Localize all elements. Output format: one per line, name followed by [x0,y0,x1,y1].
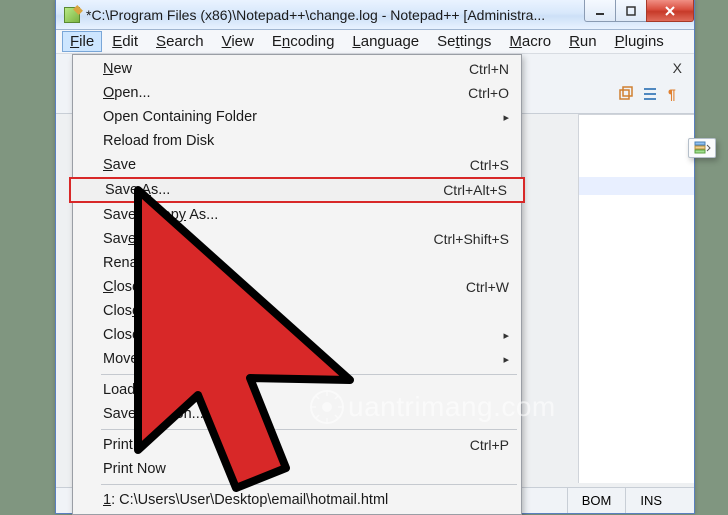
menu-item-save-all[interactable]: Save All Ctrl+Shift+S [75,227,519,251]
menu-language[interactable]: Language [344,31,427,52]
menu-item-reload[interactable]: Reload from Disk [75,129,519,153]
menu-item-open[interactable]: Open... Ctrl+O [75,81,519,105]
minimize-button[interactable] [584,0,616,22]
toolbar-icon-3[interactable]: ¶ [664,84,684,104]
toolbar-icons: ¶ [616,84,684,104]
titlebar[interactable]: *C:\Program Files (x86)\Notepad++\change… [56,0,694,30]
menu-macro[interactable]: Macro [501,31,559,52]
paragraph-icon: ¶ [666,86,682,102]
menu-item-print[interactable]: Print... Ctrl+P [75,433,519,457]
minimize-icon [594,5,606,17]
close-button[interactable] [646,0,694,22]
menu-run[interactable]: Run [561,31,605,52]
menu-settings[interactable]: Settings [429,31,499,52]
menu-item-close-all[interactable]: Close All [75,299,519,323]
menu-item-save-copy[interactable]: Save a Copy As... [75,203,519,227]
status-bom: BOM [567,488,626,513]
menu-item-save[interactable]: Save Ctrl+S [75,153,519,177]
menu-file[interactable]: File [62,31,102,52]
menu-item-print-now[interactable]: Print Now [75,457,519,481]
app-icon [64,7,80,23]
file-menu-dropdown: New Ctrl+N Open... Ctrl+O Open Containin… [72,54,522,515]
menu-item-save-session[interactable]: Save Session... [75,402,519,426]
menu-plugins[interactable]: Plugins [607,31,672,52]
menu-edit[interactable]: Edit [104,31,146,52]
chevron-right-icon: ▸ [503,111,509,124]
menu-item-close[interactable]: Close Ctrl+W [75,275,519,299]
menu-item-save-as[interactable]: Save As... Ctrl+Alt+S [69,177,525,203]
menu-item-recent-1[interactable]: 1: C:\Users\User\Desktop\email\hotmail.h… [75,488,519,512]
menu-view[interactable]: View [214,31,262,52]
window-controls [585,0,694,22]
menu-item-new[interactable]: New Ctrl+N [75,57,519,81]
editor-area[interactable] [578,114,694,483]
cascade-windows-icon [618,86,634,102]
svg-text:¶: ¶ [668,86,676,102]
menu-encoding[interactable]: Encoding [264,31,343,52]
menu-item-rename[interactable]: Rename... [75,251,519,275]
menubar: File Edit Search View Encoding Language … [56,30,694,54]
menu-separator [101,429,517,430]
chevron-right-icon: ▸ [503,353,509,366]
toolbar-icon-1[interactable] [616,84,636,104]
menu-search[interactable]: Search [148,31,212,52]
chevron-right-icon: ▸ [503,329,509,342]
menu-item-close-more[interactable]: Close More ▸ [75,323,519,347]
list-icon [642,86,658,102]
maximize-button[interactable] [615,0,647,22]
tab-close-button[interactable]: X [673,60,682,76]
menu-separator [101,484,517,485]
menu-separator [101,374,517,375]
menu-item-move-to[interactable]: Move to ▸ [75,347,519,371]
toolbar-dropdown[interactable] [688,138,716,158]
close-icon [663,4,677,18]
toolbar-icon-2[interactable] [640,84,660,104]
maximize-icon [625,5,637,17]
current-line-highlight [579,177,694,195]
menu-item-open-containing[interactable]: Open Containing Folder ▸ [75,105,519,129]
stack-icon [693,141,711,155]
menu-item-load-session[interactable]: Load Session... [75,378,519,402]
status-ins: INS [625,488,676,513]
